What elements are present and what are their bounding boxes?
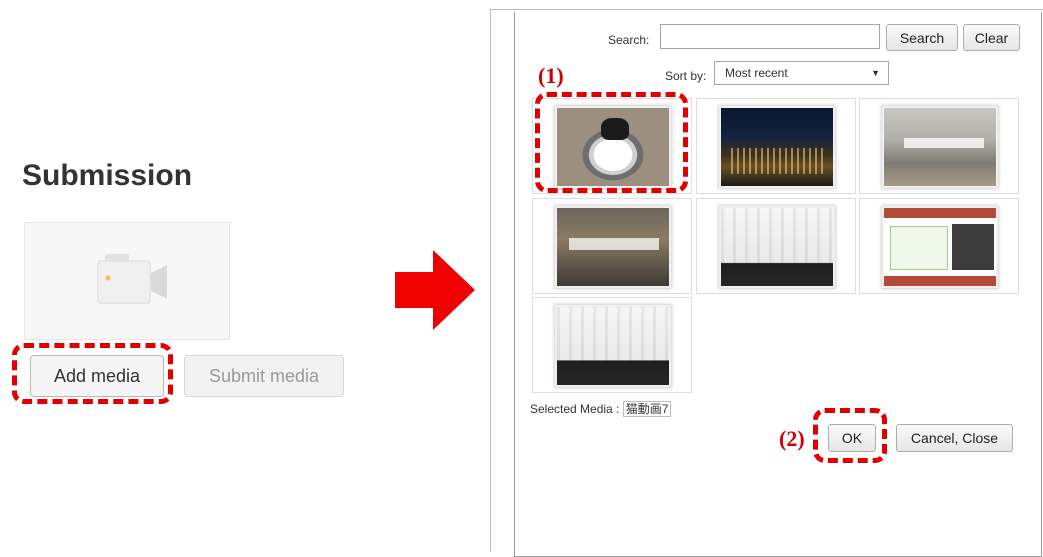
media-item[interactable] [532, 198, 692, 294]
media-item[interactable] [696, 98, 856, 194]
slide-footer-bar [884, 276, 996, 286]
thumbnail-curtain-2 [555, 305, 671, 387]
speaker-video [952, 224, 994, 270]
overlay-title-bar [904, 138, 984, 148]
chevron-down-icon: ▼ [871, 68, 880, 78]
overlay-title-bar [569, 238, 659, 250]
selected-media-caption: Selected Media : [530, 402, 620, 416]
slide-header-bar [884, 208, 996, 218]
dialog-top-border [490, 9, 1043, 10]
thumbnail-curtain-1 [719, 206, 835, 288]
selected-media-value: 猫動画7 [622, 401, 672, 417]
media-placeholder [24, 222, 230, 340]
video-camera-icon [97, 254, 167, 304]
media-item[interactable] [859, 98, 1019, 194]
submission-heading: Submission [22, 159, 193, 192]
highlight-first-thumbnail [535, 92, 688, 193]
thumbnail-presentation [882, 206, 998, 288]
curtain-folds [721, 208, 833, 264]
search-label: Search: [608, 33, 650, 47]
search-button[interactable]: Search [886, 24, 958, 51]
clear-button[interactable]: Clear [963, 24, 1020, 51]
thumbnail-classroom-1 [882, 106, 998, 188]
thumbnail-classroom-2 [555, 206, 671, 288]
slide-panel [890, 226, 948, 270]
highlight-add-media [12, 343, 173, 404]
search-input[interactable] [660, 24, 880, 49]
media-item[interactable] [859, 198, 1019, 294]
media-item[interactable] [696, 198, 856, 294]
media-item[interactable] [532, 297, 692, 393]
curtain-folds [557, 307, 669, 363]
sort-selected-value: Most recent [725, 66, 788, 80]
submit-media-button[interactable]: Submit media [184, 355, 344, 397]
selected-media-label: Selected Media : 猫動画7 [530, 400, 672, 417]
step-1-label: (1) [538, 63, 564, 88]
cancel-close-button[interactable]: Cancel, Close [896, 424, 1013, 452]
city-lights [731, 148, 827, 174]
sort-select[interactable]: Most recent ▼ [714, 61, 889, 85]
thumbnail-city-night [719, 106, 835, 188]
step-2-label: (2) [779, 426, 805, 451]
highlight-ok-button [813, 408, 887, 463]
dialog-left-border [490, 9, 491, 552]
arrow-right-icon [395, 250, 475, 330]
sort-label: Sort by: [665, 69, 707, 83]
